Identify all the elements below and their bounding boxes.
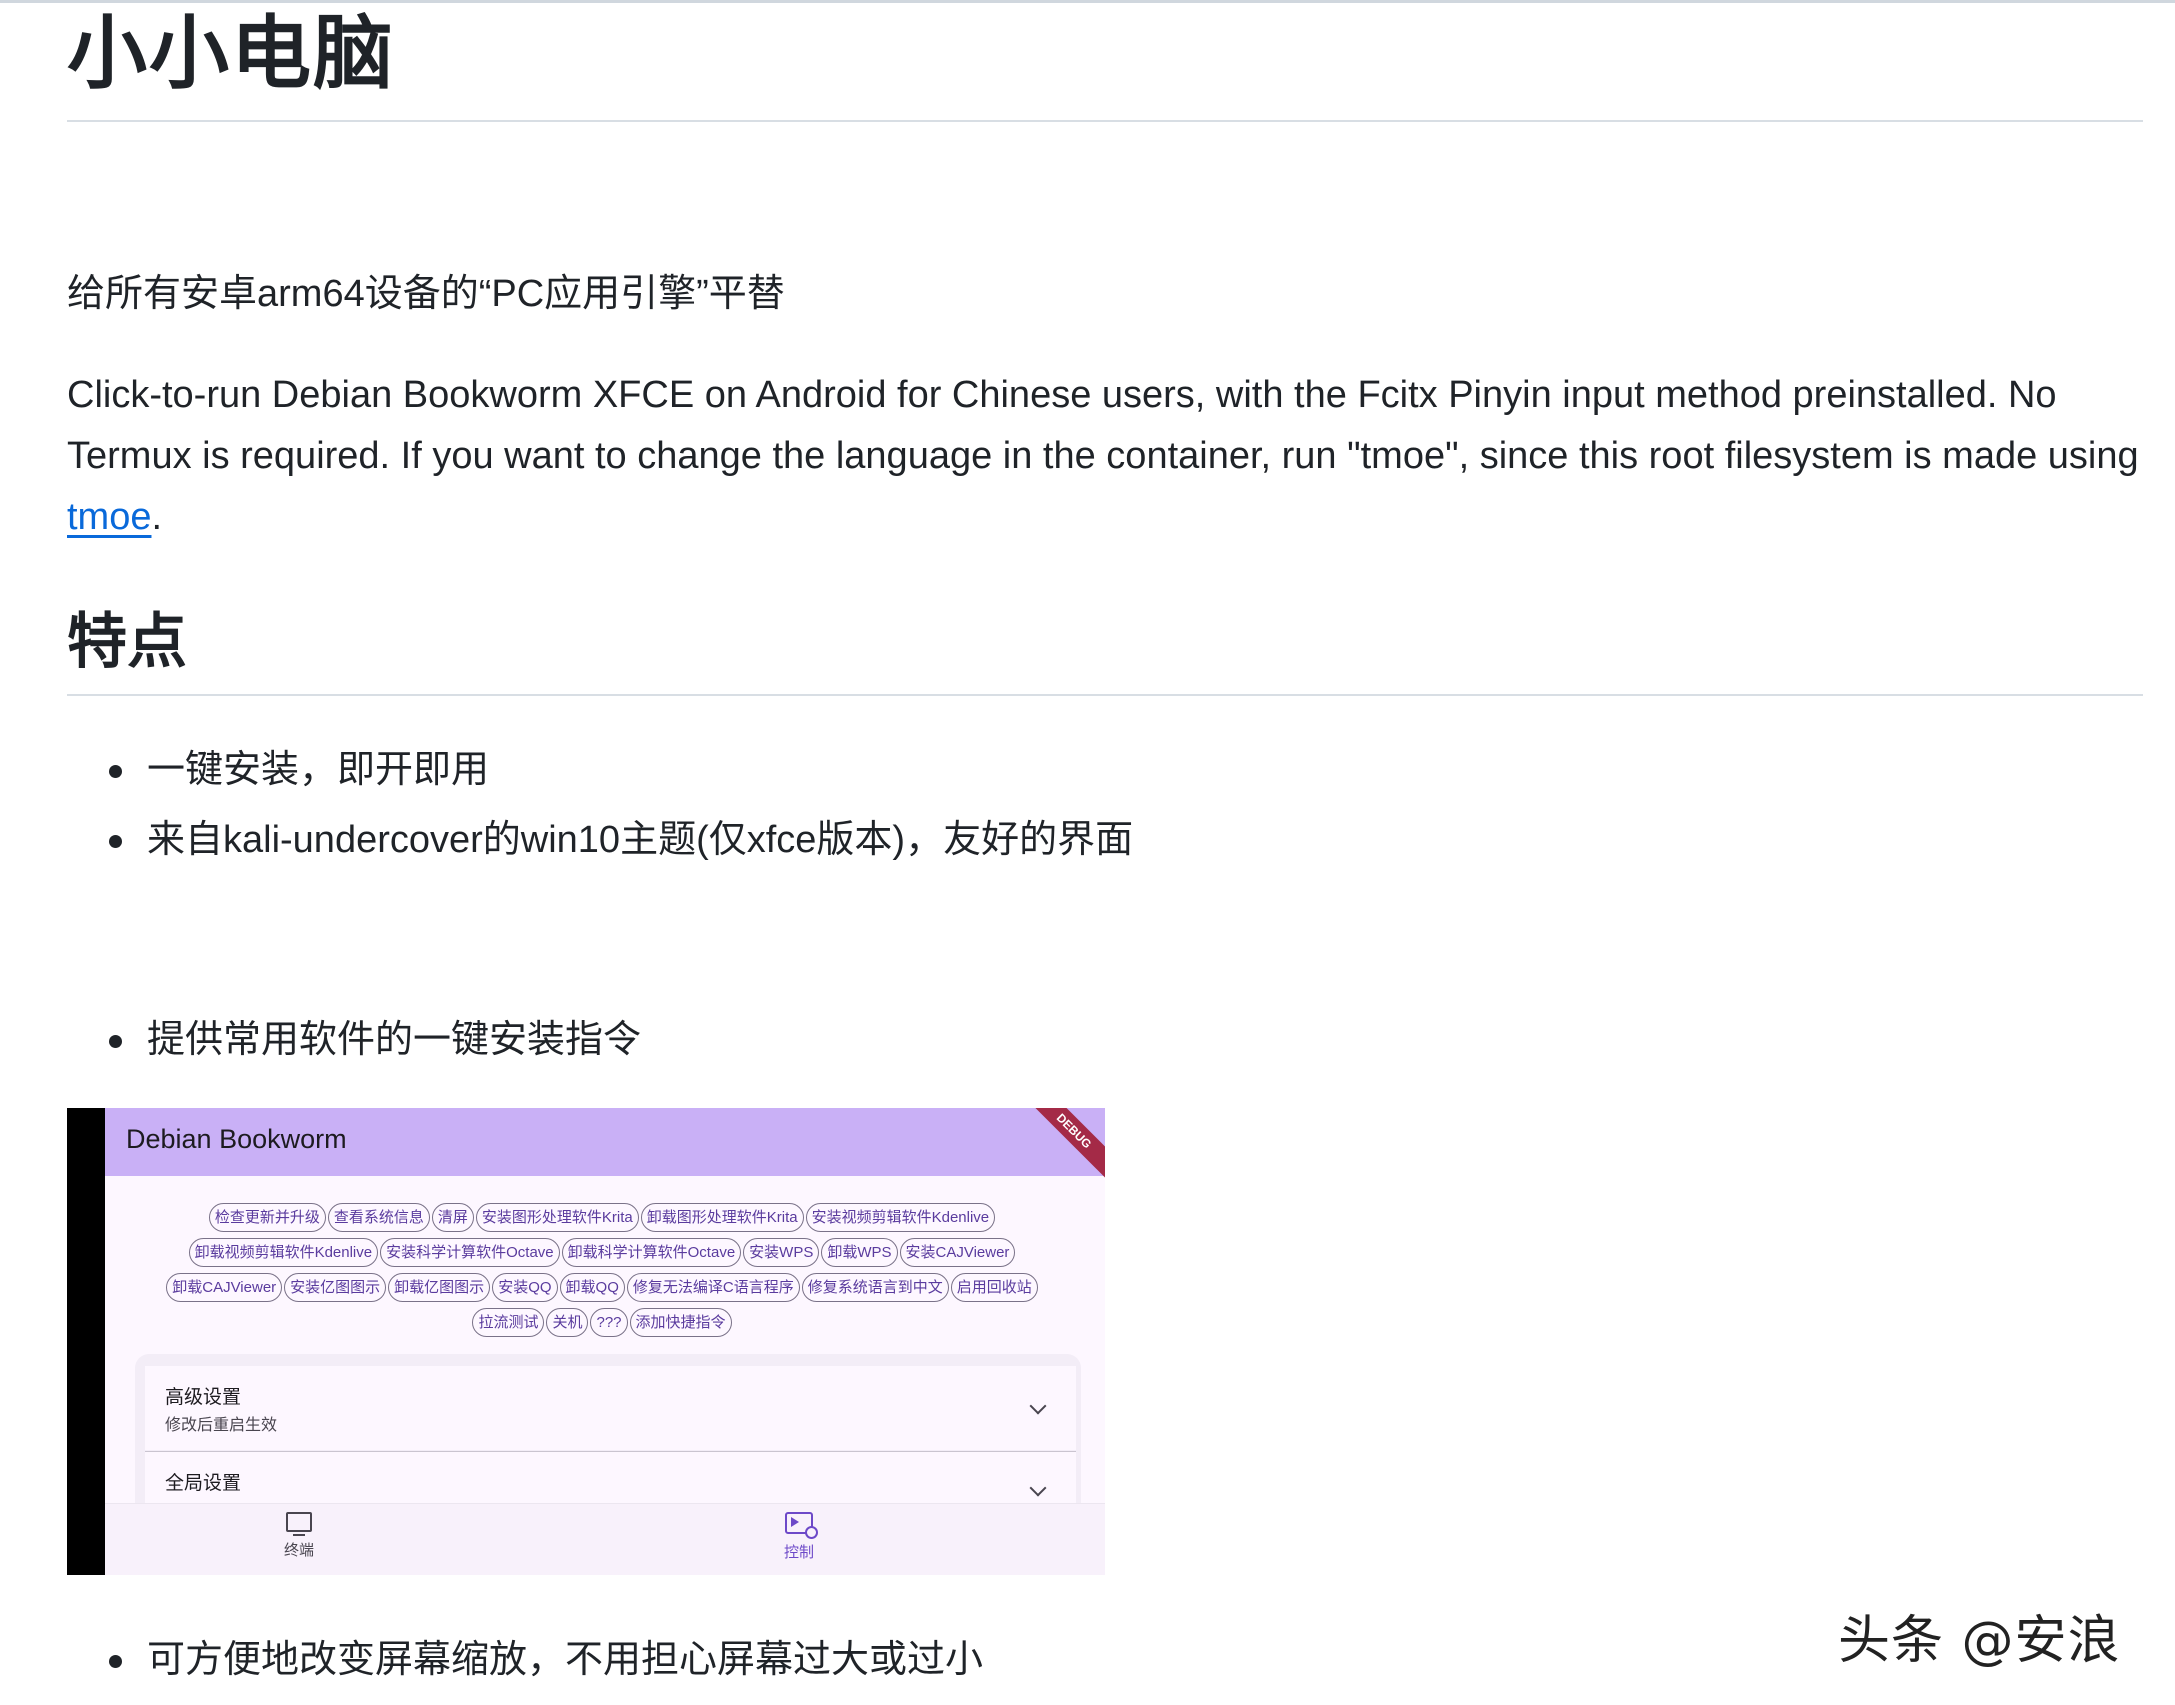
- features-heading: 特点: [67, 608, 187, 675]
- watermark: 头条 @安浪: [1838, 1611, 2121, 1671]
- top-border: [0, 0, 2175, 3]
- list-item: 来自kali-undercover的win10主题(仅xfce版本)，友好的界面: [109, 812, 1133, 868]
- command-chip[interactable]: 安装QQ: [492, 1273, 558, 1303]
- bullet-icon: [109, 835, 122, 848]
- page-title: 小小电脑: [67, 9, 395, 98]
- intro-zh: 给所有安卓arm64设备的“PC应用引擎”平替: [67, 273, 785, 315]
- command-chip[interactable]: 卸载亿图图示: [388, 1273, 491, 1303]
- app-title: Debian Bookworm: [126, 1124, 347, 1154]
- command-chip[interactable]: 修复无法编译C语言程序: [626, 1273, 800, 1303]
- command-chip[interactable]: 启用回收站: [950, 1273, 1038, 1303]
- bullet-icon: [109, 1655, 122, 1668]
- command-chip[interactable]: 关机: [546, 1308, 589, 1338]
- chip-row: 检查更新并升级 查看系统信息 清屏 安装图形处理软件Krita 卸载图形处理软件Krit…: [117, 1200, 1087, 1235]
- nav-terminal[interactable]: 终端: [259, 1512, 339, 1560]
- chip-row: 卸载CAJViewer 安装亿图图示 卸载亿图图示 安装QQ 卸载QQ 修复无法编译C语言…: [117, 1270, 1087, 1305]
- chevron-down-icon: [1029, 1479, 1047, 1497]
- command-chip[interactable]: 卸载QQ: [559, 1273, 625, 1303]
- command-chip[interactable]: 安装图形处理软件Krita: [475, 1203, 639, 1233]
- chip-row: 卸载视频剪辑软件Kdenlive 安装科学计算软件Octave 卸载科学计算软件Oc…: [117, 1235, 1087, 1270]
- debug-banner: DEBUG: [1020, 1108, 1105, 1185]
- bullet-icon: [109, 765, 122, 778]
- monitor-icon: [286, 1512, 312, 1536]
- tmoe-link[interactable]: tmoe: [67, 496, 151, 538]
- chevron-down-icon: [1029, 1397, 1047, 1415]
- command-chip[interactable]: 检查更新并升级: [208, 1203, 326, 1233]
- command-chip[interactable]: 拉流测试: [472, 1308, 545, 1338]
- command-chip[interactable]: 安装WPS: [743, 1238, 820, 1268]
- command-chip[interactable]: 卸载视频剪辑软件Kdenlive: [188, 1238, 379, 1268]
- intro-en: Click-to-run Debian Bookworm XFCE on And…: [67, 365, 2143, 548]
- app-bar: Debian Bookworm DEBUG: [105, 1108, 1105, 1185]
- command-chip[interactable]: 卸载CAJViewer: [166, 1273, 283, 1303]
- command-chip[interactable]: 卸载图形处理软件Krita: [640, 1203, 804, 1233]
- app-screenshot: Debian Bookworm DEBUG 检查更新并升级 查看系统信息 清屏 安装图…: [67, 1108, 1105, 1575]
- bullet-icon: [109, 1035, 122, 1048]
- bottom-nav: 终端 控制: [105, 1503, 1105, 1575]
- command-chip[interactable]: 清屏: [431, 1203, 474, 1233]
- command-chip[interactable]: 安装视频剪辑软件Kdenlive: [805, 1203, 996, 1233]
- command-chip[interactable]: 安装CAJViewer: [899, 1238, 1016, 1268]
- nav-label: 控制: [783, 1544, 814, 1561]
- settings-tile-advanced[interactable]: 高级设置 修改后重启生效: [145, 1366, 1076, 1450]
- command-chip[interactable]: 卸载WPS: [821, 1238, 898, 1268]
- title-divider: [67, 120, 2143, 122]
- nav-label: 终端: [283, 1542, 314, 1559]
- command-chip[interactable]: 卸载科学计算软件Octave: [561, 1238, 742, 1268]
- list-item: 一键安装，即开即用: [109, 742, 489, 798]
- command-chip[interactable]: 安装亿图图示: [284, 1273, 387, 1303]
- command-chip[interactable]: ???: [590, 1308, 628, 1338]
- list-item: 提供常用软件的一键安装指令: [109, 1012, 641, 1068]
- nav-control[interactable]: 控制: [759, 1512, 839, 1562]
- settings-title: 全局设置: [165, 1473, 242, 1494]
- command-chips: 检查更新并升级 查看系统信息 清屏 安装图形处理软件Krita 卸载图形处理软件Krit…: [117, 1200, 1087, 1340]
- command-chip[interactable]: 查看系统信息: [327, 1203, 430, 1233]
- intro-en-text: Click-to-run Debian Bookworm XFCE on And…: [67, 374, 2139, 477]
- settings-subtitle: 修改后重启生效: [165, 1417, 278, 1434]
- intro-en-end: .: [151, 496, 163, 538]
- list-item: 可方便地改变屏幕缩放，不用担心屏幕过大或过小: [109, 1632, 983, 1688]
- settings-title: 高级设置: [165, 1387, 242, 1408]
- screenshot-black-edge: [67, 1108, 105, 1575]
- control-icon: [785, 1512, 818, 1539]
- command-chip[interactable]: 添加快捷指令: [629, 1308, 732, 1338]
- command-chip[interactable]: 安装科学计算软件Octave: [380, 1238, 560, 1268]
- command-chip[interactable]: 修复系统语言到中文: [801, 1273, 949, 1303]
- chip-row: 拉流测试 关机??? 添加快捷指令: [117, 1305, 1087, 1340]
- features-divider: [67, 694, 2143, 696]
